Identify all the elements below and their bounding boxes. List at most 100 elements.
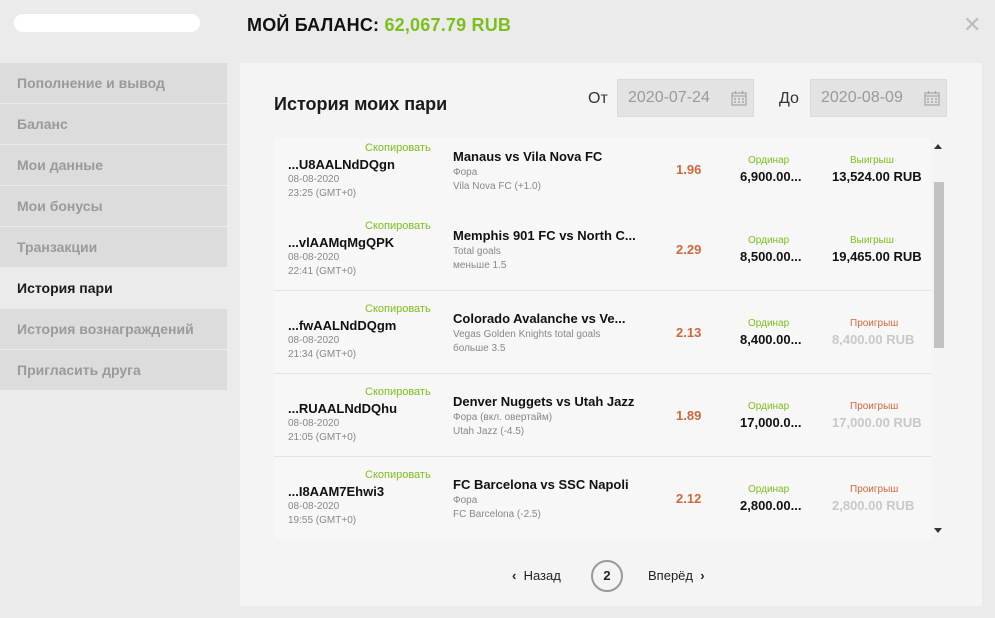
market-name: Фора bbox=[453, 495, 478, 506]
calendar-icon[interactable] bbox=[731, 90, 747, 106]
bet-id: ...RUAALNdDQhu bbox=[288, 401, 398, 416]
odds-value: 2.13 bbox=[676, 325, 702, 340]
balance-label: МОЙ БАЛАНС: bbox=[247, 15, 380, 35]
bet-id: ...fwAALNdDQgm bbox=[288, 318, 397, 333]
to-label: До bbox=[779, 90, 799, 107]
sidebar-item-balance[interactable]: Баланс bbox=[0, 104, 227, 144]
chevron-right-icon: › bbox=[700, 568, 705, 583]
from-date-field[interactable]: 2020-07-24 bbox=[617, 79, 754, 117]
current-page[interactable]: 2 bbox=[591, 560, 623, 592]
market-name: Vegas Golden Knights total goals bbox=[453, 329, 601, 340]
copy-link[interactable]: Скопировать bbox=[365, 386, 431, 398]
page-title: История моих пари bbox=[274, 94, 448, 114]
scrollbar[interactable] bbox=[931, 138, 947, 539]
bet-date: 08-08-2020 bbox=[288, 418, 340, 429]
match-name: FC Barcelona vs SSC Napoli bbox=[453, 477, 629, 492]
balance-amount: 62,067.79 RUB bbox=[384, 15, 512, 35]
selection-name: Utah Jazz (-4.5) bbox=[453, 426, 525, 437]
result-amount: 8,400.00 RUB bbox=[832, 332, 915, 347]
odds-value: 1.96 bbox=[676, 162, 702, 177]
sidebar-item-label: Пригласить друга bbox=[17, 362, 141, 378]
stake-amount: 2,800.00... bbox=[740, 498, 802, 513]
sidebar-item-label: Мои данные bbox=[17, 157, 104, 173]
scrollbar-thumb[interactable] bbox=[934, 182, 944, 348]
result-label: Проигрыш bbox=[850, 318, 899, 329]
bet-id: ...U8AALNdDQgn bbox=[288, 157, 395, 172]
table-row: Скопировать ...fwAALNdDQgm 08-08-2020 21… bbox=[274, 291, 931, 374]
bet-id: ...I8AAM7Ehwi3 bbox=[288, 484, 385, 499]
main-panel: История моих пари От 2020-07-24 До 2020-… bbox=[240, 63, 982, 606]
scroll-down-icon[interactable] bbox=[934, 528, 942, 533]
logo bbox=[14, 14, 200, 32]
to-date-field[interactable]: 2020-08-09 bbox=[810, 79, 947, 117]
sidebar-item-label: Баланс bbox=[17, 116, 68, 132]
sidebar-item-reward-history[interactable]: История вознаграждений bbox=[0, 309, 227, 349]
chevron-left-icon: ‹ bbox=[512, 568, 517, 583]
copy-link[interactable]: Скопировать bbox=[365, 303, 431, 315]
result-amount: 13,524.00 RUB bbox=[832, 169, 922, 184]
sidebar-item-deposit-withdraw[interactable]: Пополнение и вывод bbox=[0, 63, 227, 103]
selection-name: больше 3.5 bbox=[453, 343, 506, 354]
selection-name: меньше 1.5 bbox=[453, 260, 507, 271]
table-row: Скопировать ...vlAAMqMgQPK 08-08-2020 22… bbox=[274, 208, 931, 291]
market-name: Фора bbox=[453, 167, 478, 178]
copy-link[interactable]: Скопировать bbox=[365, 220, 431, 232]
next-page-button[interactable]: Вперёд › bbox=[648, 568, 705, 583]
bet-time: 21:34 (GMT+0) bbox=[288, 349, 357, 360]
odds-value: 1.89 bbox=[676, 408, 702, 423]
bet-history-list: Скопировать ...U8AALNdDQgn 08-08-2020 23… bbox=[274, 138, 931, 539]
stake-amount: 6,900.00... bbox=[740, 169, 802, 184]
bet-date: 08-08-2020 bbox=[288, 501, 340, 512]
sidebar-item-label: Пополнение и вывод bbox=[17, 75, 165, 91]
result-amount: 17,000.00 RUB bbox=[832, 415, 922, 430]
match-name: Manaus vs Vila Nova FC bbox=[453, 149, 603, 164]
bet-date: 08-08-2020 bbox=[288, 335, 340, 346]
bet-time: 22:41 (GMT+0) bbox=[288, 266, 357, 277]
match-name: Colorado Avalanche vs Ve... bbox=[453, 311, 626, 326]
bet-type: Ординар bbox=[748, 401, 790, 412]
next-page-label: Вперёд bbox=[648, 568, 693, 583]
copy-link[interactable]: Скопировать bbox=[365, 469, 431, 481]
sidebar-item-my-bonuses[interactable]: Мои бонусы bbox=[0, 186, 227, 226]
result-amount: 2,800.00 RUB bbox=[832, 498, 915, 513]
bet-id: ...vlAAMqMgQPK bbox=[288, 235, 395, 250]
bet-type: Ординар bbox=[748, 235, 790, 246]
header: МОЙ БАЛАНС: 62,067.79 RUB ✕ bbox=[0, 0, 995, 50]
market-name: Total goals bbox=[453, 246, 501, 257]
stake-amount: 8,400.00... bbox=[740, 332, 802, 347]
copy-link[interactable]: Скопировать bbox=[365, 142, 431, 154]
match-name: Denver Nuggets vs Utah Jazz bbox=[453, 394, 635, 409]
table-row: Скопировать ...RUAALNdDQhu 08-08-2020 21… bbox=[274, 374, 931, 457]
bet-type: Ординар bbox=[748, 155, 790, 166]
prev-page-label: Назад bbox=[523, 568, 561, 583]
calendar-icon[interactable] bbox=[924, 90, 940, 106]
pagination: ‹ Назад 2 Вперёд › bbox=[240, 560, 982, 592]
odds-value: 2.29 bbox=[676, 242, 702, 257]
market-name: Фора (вкл. овертайм) bbox=[453, 412, 553, 423]
sidebar-item-my-data[interactable]: Мои данные bbox=[0, 145, 227, 185]
sidebar: Пополнение и вывод Баланс Мои данные Мои… bbox=[0, 63, 227, 391]
bet-type: Ординар bbox=[748, 318, 790, 329]
sidebar-item-invite-friend[interactable]: Пригласить друга bbox=[0, 350, 227, 390]
sidebar-item-bet-history[interactable]: История пари bbox=[0, 268, 227, 308]
result-label: Выигрыш bbox=[850, 155, 894, 166]
from-label: От bbox=[588, 90, 608, 107]
balance-display: МОЙ БАЛАНС: 62,067.79 RUB bbox=[247, 15, 511, 36]
to-date-value: 2020-08-09 bbox=[821, 89, 903, 106]
bet-type: Ординар bbox=[748, 484, 790, 495]
result-label: Проигрыш bbox=[850, 401, 899, 412]
prev-page-button[interactable]: ‹ Назад bbox=[512, 568, 561, 583]
table-row: Скопировать ...I8AAM7Ehwi3 08-08-2020 19… bbox=[274, 457, 931, 539]
from-date-value: 2020-07-24 bbox=[628, 89, 710, 106]
result-amount: 19,465.00 RUB bbox=[832, 249, 922, 264]
close-icon[interactable]: ✕ bbox=[963, 14, 981, 36]
sidebar-item-label: История пари bbox=[17, 280, 113, 296]
odds-value: 2.12 bbox=[676, 491, 702, 506]
sidebar-item-transactions[interactable]: Транзакции bbox=[0, 227, 227, 267]
match-name: Memphis 901 FC vs North C... bbox=[453, 228, 636, 243]
sidebar-item-label: История вознаграждений bbox=[17, 321, 194, 337]
scroll-up-icon[interactable] bbox=[934, 144, 942, 149]
selection-name: FC Barcelona (-2.5) bbox=[453, 509, 541, 520]
bet-date: 08-08-2020 bbox=[288, 174, 340, 185]
bet-time: 23:25 (GMT+0) bbox=[288, 188, 357, 199]
